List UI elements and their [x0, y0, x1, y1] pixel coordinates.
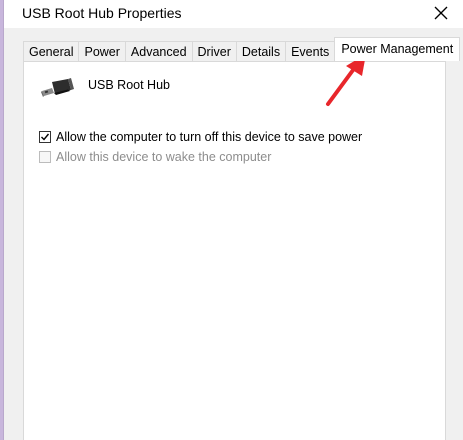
power-management-panel: USB Root Hub Allow the computer to turn … — [23, 61, 446, 440]
allow-turn-off-label: Allow the computer to turn off this devi… — [56, 130, 363, 144]
tab-advanced[interactable]: Advanced — [124, 41, 192, 61]
tab-power-management[interactable]: Power Management — [334, 37, 461, 61]
tab-driver[interactable]: Driver — [191, 41, 236, 61]
allow-turn-off-checkbox[interactable] — [39, 131, 51, 143]
properties-dialog: USB Root Hub Properties General Power Ad… — [3, 0, 463, 440]
close-icon — [434, 6, 448, 20]
window-title: USB Root Hub Properties — [22, 5, 182, 21]
allow-wake-label: Allow this device to wake the computer — [56, 150, 272, 164]
checkmark-icon — [41, 133, 50, 141]
tab-details[interactable]: Details — [235, 41, 286, 61]
tab-strip: General Power Advanced Driver Details Ev… — [23, 37, 461, 61]
tab-power[interactable]: Power — [78, 41, 125, 61]
close-button[interactable] — [428, 2, 454, 24]
title-bar: USB Root Hub Properties — [4, 0, 463, 28]
device-name: USB Root Hub — [88, 78, 170, 92]
allow-turn-off-option[interactable]: Allow the computer to turn off this devi… — [39, 130, 362, 144]
allow-wake-option: Allow this device to wake the computer — [39, 150, 271, 164]
allow-wake-checkbox — [39, 151, 51, 163]
usb-plug-icon — [41, 78, 74, 97]
tab-general[interactable]: General — [23, 41, 79, 61]
